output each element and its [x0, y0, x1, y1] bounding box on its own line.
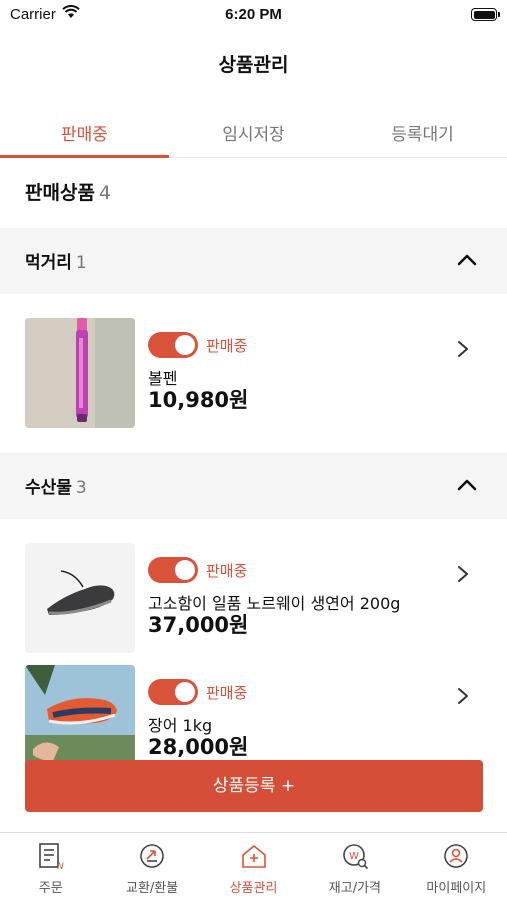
segment-tabs: 판매중 임시저장 등록대기 [0, 108, 507, 158]
section-header: 판매상품 4 [25, 178, 111, 205]
tabbar-label: 재고/가격 [328, 881, 382, 896]
category-header[interactable]: 먹거리 1 [0, 228, 507, 294]
tabbar-item-order[interactable]: N 주문 [0, 833, 101, 900]
product-thumbnail [25, 543, 135, 653]
category-name: 수산물 [25, 478, 72, 498]
category-title: 수산물 3 [25, 473, 87, 498]
clock: 6:20 PM [225, 6, 282, 23]
battery-icon [471, 8, 500, 21]
tabbar-item-exchange[interactable]: 교환/환불 [101, 833, 202, 900]
section-count: 4 [98, 182, 112, 204]
bottom-tab-bar: N 주문 교환/환불 상품관리 W 재고/가격 마이페이지 [0, 832, 507, 900]
category-count: 3 [75, 478, 87, 498]
category-title: 먹거리 1 [25, 248, 87, 273]
tabbar-item-inventory[interactable]: W 재고/가격 [304, 833, 405, 900]
register-product-button[interactable]: 상품등록 + [25, 760, 483, 812]
sale-status: 판매중 [206, 684, 248, 702]
tabbar-label: 상품관리 [229, 881, 278, 896]
svg-text:N: N [57, 862, 64, 871]
product-manage-icon [241, 845, 266, 868]
product-thumbnail [25, 318, 135, 428]
product-price: 28,000원 [148, 735, 249, 759]
product-row[interactable]: 판매중 볼펜 10,980원 [0, 318, 507, 430]
status-bar: Carrier 6:20 PM [0, 0, 507, 30]
category-count: 1 [75, 253, 87, 273]
chevron-right-icon[interactable] [457, 565, 469, 583]
tabbar-item-product-manage[interactable]: 상품관리 [203, 833, 304, 900]
sale-status: 판매중 [206, 562, 248, 580]
tab-on-sale[interactable]: 판매중 [0, 108, 169, 158]
sale-toggle[interactable] [148, 557, 198, 583]
tabbar-label: 마이페이지 [426, 881, 487, 896]
tabbar-label: 주문 [38, 881, 63, 896]
section-title: 판매상품 [25, 182, 95, 204]
product-thumbnail [25, 665, 135, 775]
tab-drafts[interactable]: 임시저장 [169, 108, 338, 157]
product-price: 10,980원 [148, 388, 249, 412]
category-name: 먹거리 [25, 253, 72, 273]
order-icon: N [38, 843, 64, 871]
category-header[interactable]: 수산물 3 [0, 453, 507, 519]
sale-toggle[interactable] [148, 332, 198, 358]
chevron-up-icon[interactable] [457, 252, 477, 266]
sale-status: 판매중 [206, 337, 248, 355]
page-title: 상품관리 [218, 54, 289, 76]
mypage-icon [444, 844, 469, 868]
product-price: 37,000원 [148, 613, 249, 637]
exchange-icon [140, 844, 164, 868]
chevron-right-icon[interactable] [457, 340, 469, 358]
svg-text:W: W [349, 851, 359, 862]
product-row[interactable]: 판매중 고소함이 일품 노르웨이 생연어 200g 37,000원 [0, 543, 507, 655]
tabbar-item-mypage[interactable]: 마이페이지 [406, 833, 507, 900]
tabbar-label: 교환/환불 [125, 881, 179, 896]
tab-pending[interactable]: 등록대기 [338, 108, 507, 157]
chevron-right-icon[interactable] [457, 687, 469, 705]
sale-toggle[interactable] [148, 679, 198, 705]
inventory-price-icon: W [343, 844, 368, 870]
chevron-up-icon[interactable] [457, 477, 477, 491]
